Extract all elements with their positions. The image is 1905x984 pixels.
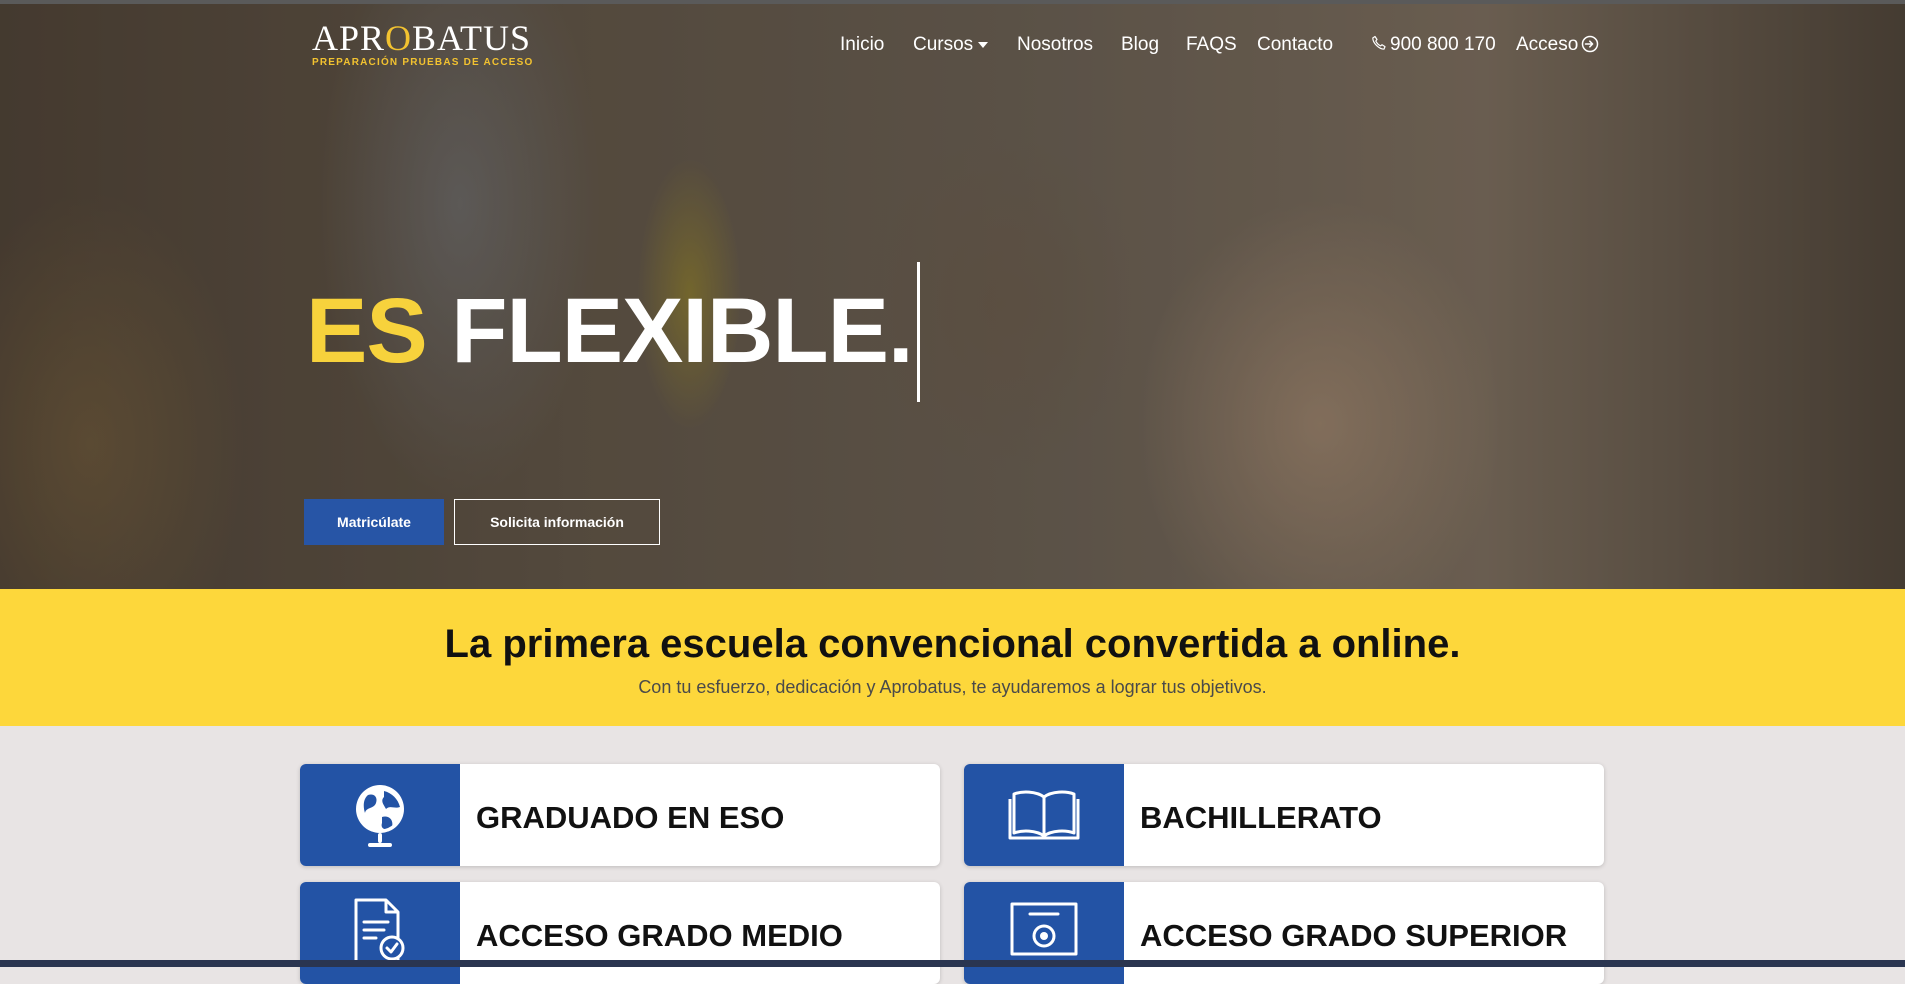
logo-wordmark: APROBATUS [312, 18, 532, 58]
book-icon [1008, 790, 1080, 840]
nav-blog[interactable]: Blog [1121, 34, 1159, 56]
course-card-bachillerato[interactable]: BACHILLERATO [964, 764, 1604, 866]
course-label: ACCESO GRADO MEDIO [476, 918, 843, 953]
bottom-border [0, 960, 1905, 967]
course-card-grado-medio[interactable]: ACCESO GRADO MEDIO [300, 882, 940, 984]
navbar: APROBATUS PREPARACIÓN PRUEBAS DE ACCESO … [0, 4, 1905, 84]
card-icon-panel [964, 882, 1124, 984]
banner-subtitle: Con tu esfuerzo, dedicación y Aprobatus,… [638, 677, 1267, 697]
phone-link[interactable]: 900 800 170 [1371, 34, 1496, 56]
logo[interactable]: APROBATUS PREPARACIÓN PRUEBAS DE ACCESO [312, 20, 534, 68]
course-card-eso[interactable]: GRADUADO EN ESO [300, 764, 940, 866]
nav-contacto[interactable]: Contacto [1257, 34, 1333, 56]
course-label: ACCESO GRADO SUPERIOR [1140, 918, 1568, 953]
text-cursor [916, 262, 920, 402]
chevron-down-icon [978, 41, 989, 48]
card-icon-panel [300, 882, 460, 984]
globe-icon [356, 785, 404, 847]
nav-cursos[interactable]: Cursos [913, 34, 989, 56]
yellow-banner: La primera escuela convencional converti… [0, 589, 1905, 726]
hero-headline: ES FLEXIBLE. [306, 262, 920, 402]
phone-icon [1372, 35, 1386, 50]
nav-faqs[interactable]: FAQS [1186, 34, 1237, 56]
card-icon-panel [300, 764, 460, 866]
logo-tagline: PREPARACIÓN PRUEBAS DE ACCESO [312, 57, 534, 68]
nav-inicio[interactable]: Inicio [840, 34, 884, 56]
nav-nosotros[interactable]: Nosotros [1017, 34, 1093, 56]
login-link[interactable]: Acceso [1516, 34, 1599, 56]
course-label: BACHILLERATO [1140, 800, 1382, 835]
enroll-button[interactable]: Matricúlate [304, 499, 444, 545]
login-icon [1582, 35, 1599, 53]
hero-background-image [0, 4, 1905, 589]
request-info-button[interactable]: Solicita información [454, 499, 660, 545]
hero-section: APROBATUS PREPARACIÓN PRUEBAS DE ACCESO … [0, 4, 1905, 589]
course-card-grado-superior[interactable]: ACCESO GRADO SUPERIOR [964, 882, 1604, 984]
banner-title: La primera escuela convencional converti… [444, 622, 1461, 666]
course-label: GRADUADO EN ESO [476, 800, 785, 835]
card-icon-panel [964, 764, 1124, 866]
